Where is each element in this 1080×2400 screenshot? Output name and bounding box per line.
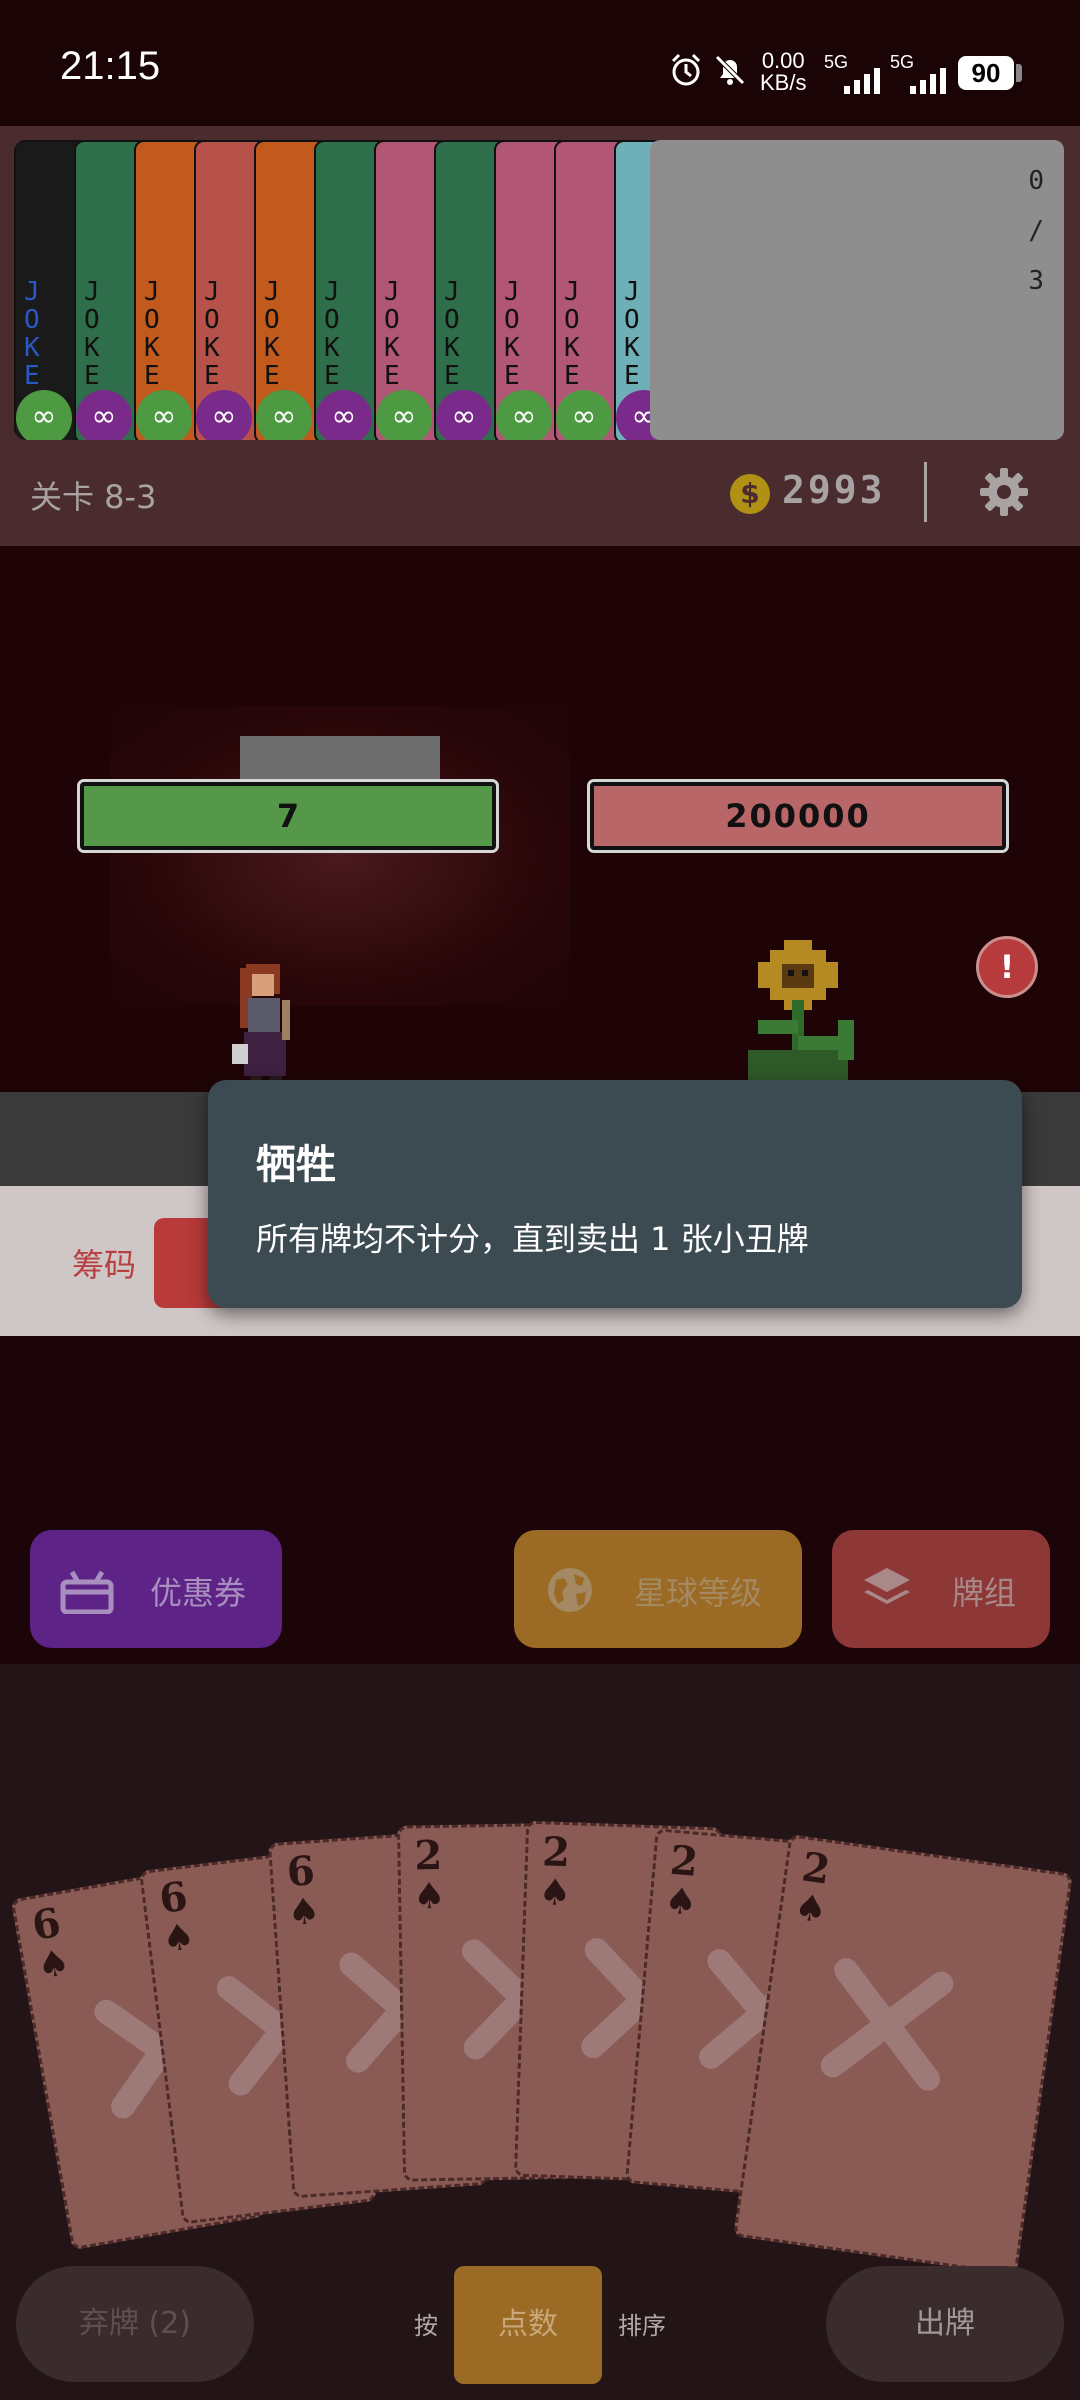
sort-prefix-label: 按 [414,2312,438,2340]
debuff-cross-mark [815,1966,959,2083]
settings-gear-icon[interactable] [978,466,1030,518]
joker-count-separator: / [1028,216,1044,246]
stage-label: 关卡 8-3 [30,478,157,516]
coin-icon: $ [730,474,770,514]
alert-icon[interactable]: ! [976,936,1038,998]
money-amount: 2993 [782,468,886,512]
card-rank: 2 [668,1836,700,1886]
joker-card-text: J O K E [504,277,520,391]
joker-card-text: J O K E [624,277,640,391]
infinity-badge: ∞ [16,390,72,440]
spade-suit-icon: ♠ [34,1941,74,1988]
play-hand-button[interactable]: 出牌 [826,2266,1064,2382]
infinity-badge: ∞ [196,390,252,440]
infinity-badge: ∞ [556,390,612,440]
enemy-target-bar: 200000 [587,779,1009,853]
spade-suit-icon: ♠ [538,1872,572,1915]
planet-level-button[interactable]: 星球等级 [514,1530,802,1648]
joker-card-text: J O K E [384,277,400,391]
joker-panel: J O K E ∞ J O K E ∞ J O K E ∞ J O K E ∞ J O K E ∞… [0,126,1080,546]
gift-ticket-icon [60,1570,114,1614]
joker-card-text: J O K E [444,277,460,391]
sim1-signal: 5G [824,52,880,94]
card-rank: 6 [156,1872,191,1923]
clock: 21:15 [60,44,161,88]
sort-suffix-label: 排序 [618,2312,666,2340]
battery-tip [1016,64,1022,82]
tooltip-description: 所有牌均不计分，直到卖出 1 张小丑牌 [256,1220,809,1258]
spade-suit-icon: ♠ [412,1875,446,1918]
globe-icon [548,1568,592,1612]
battery-indicator: 90 [958,56,1014,90]
player-character-sprite [232,964,290,1090]
divider [924,462,927,522]
net-speed-unit: KB/s [760,70,807,95]
sort-by-rank-button[interactable]: 点数 [454,2266,602,2384]
joker-card-text: J O K E [144,277,160,391]
coupon-button[interactable]: 优惠券 [30,1530,282,1648]
infinity-badge: ∞ [496,390,552,440]
joker-card-text: J O K E [84,277,100,391]
joker-card-text: J O K E [564,277,580,391]
joker-card-text: J O K E [24,277,40,391]
spade-suit-icon: ♠ [286,1890,322,1934]
player-score-bar: 7 [77,779,499,853]
spade-suit-icon: ♠ [791,1886,830,1932]
joker-card-text: J O K E [324,277,340,391]
coupon-button-label: 优惠券 [150,1574,247,1612]
hand-card[interactable]: 2 ♠ [733,1834,1073,2276]
deck-button[interactable]: 牌组 [832,1530,1050,1648]
card-rank: 6 [285,1847,317,1896]
spade-suit-icon: ♠ [160,1916,198,1961]
spade-suit-icon: ♠ [662,1880,699,1924]
discard-button[interactable]: 弃牌 (2) [16,2266,254,2382]
signal-bars-icon [844,68,888,94]
infinity-badge: ∞ [316,390,372,440]
enemy-plant-sprite [748,940,854,1080]
deck-button-label: 牌组 [952,1574,1017,1612]
boss-blind-tooltip: 牺牲 所有牌均不计分，直到卖出 1 张小丑牌 [208,1080,1022,1308]
joker-count-current: 0 [1028,166,1044,196]
alarm-icon [671,53,701,86]
infinity-badge: ∞ [76,390,132,440]
joker-card-text: J O K E [264,277,280,391]
infinity-badge: ∞ [256,390,312,440]
sim2-signal: 5G [890,52,946,94]
planet-level-button-label: 星球等级 [634,1574,763,1612]
mute-icon [715,55,745,85]
infinity-badge: ∞ [436,390,492,440]
joker-slot-counter: 0 / 3 [650,140,1064,440]
joker-count-max: 3 [1028,266,1044,296]
net-speed-value: 0.00 [761,48,805,73]
card-rank: 2 [541,1828,571,1877]
signal-bars-icon [910,68,954,94]
network-speed: 0.00 KB/s [760,50,806,94]
card-rank: 2 [798,1843,834,1894]
infinity-badge: ∞ [136,390,192,440]
chips-label: 筹码 [72,1246,137,1284]
joker-card-text: J O K E [204,277,220,391]
card-rank: 2 [414,1831,443,1880]
layers-icon [864,1568,910,1604]
tooltip-title: 牺牲 [256,1142,336,1188]
status-bar: 21:15 0.00 KB/s 5G 5G 90 [0,0,1080,126]
infinity-badge: ∞ [376,390,432,440]
